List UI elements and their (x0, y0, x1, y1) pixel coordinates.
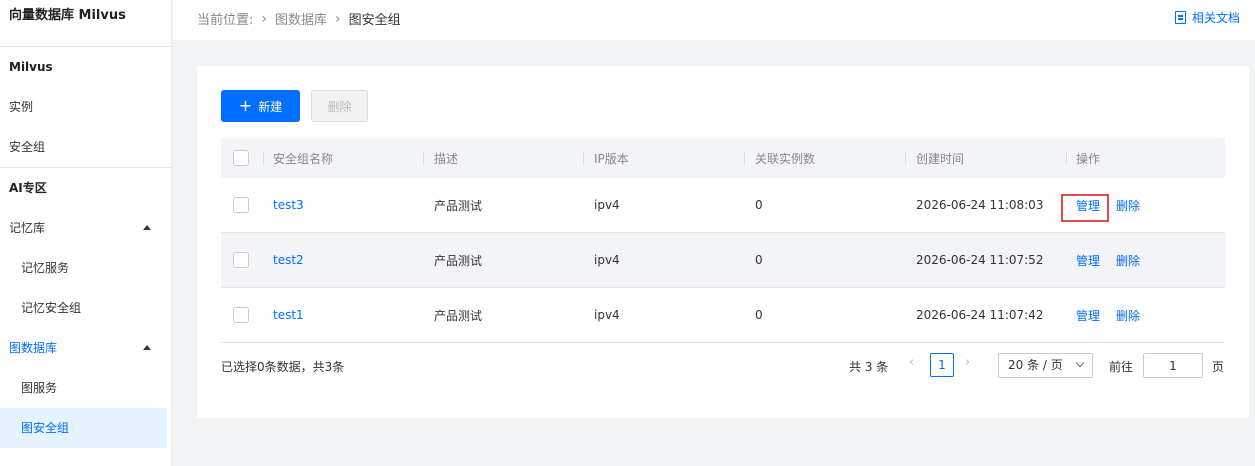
row-created: 2026-06-24 11:08:03 (916, 198, 1044, 212)
section-ai: AI专区 (9, 181, 47, 195)
sidebar-item-graph-service[interactable]: 图服务 (0, 368, 171, 408)
row-name-link[interactable]: test1 (273, 308, 304, 322)
sidebar-item-graph-db[interactable]: 图数据库 (0, 328, 171, 368)
sidebar-item-graph-sg[interactable]: 图安全组 (0, 408, 167, 448)
row-ip: ipv4 (594, 253, 620, 267)
chevron-left-icon[interactable]: ‹ (909, 355, 914, 370)
column-header-name: 安全组名称 (273, 151, 334, 166)
section-milvus: Milvus (9, 60, 53, 74)
goto-page-input[interactable] (1143, 353, 1203, 378)
row-count: 0 (755, 308, 763, 322)
breadcrumb-label: 当前位置: (197, 13, 254, 28)
row-count: 0 (755, 253, 763, 267)
breadcrumb: 当前位置: › 图数据库 › 图安全组 (197, 9, 401, 29)
top-header: 当前位置: › 图数据库 › 图安全组 相关文档 (173, 0, 1255, 40)
page-number-current[interactable]: 1 (930, 353, 954, 377)
manage-link[interactable]: 管理 (1076, 307, 1100, 324)
sidebar-item-memory-service[interactable]: 记忆服务 (0, 248, 171, 288)
sidebar-item-memory-lib[interactable]: 记忆库 (0, 208, 171, 248)
chevron-right-icon: › (261, 10, 267, 27)
manage-link[interactable]: 管理 (1076, 252, 1100, 269)
row-desc: 产品测试 (434, 198, 483, 213)
row-created: 2026-06-24 11:07:52 (916, 253, 1044, 267)
row-delete-link[interactable]: 删除 (1116, 197, 1140, 214)
column-separator (905, 152, 906, 164)
security-group-table: 安全组名称 描述 IP版本 关联实例数 创建时间 操作 test3 产品测试 i… (221, 138, 1225, 343)
plus-icon: + (238, 96, 253, 115)
delete-button[interactable]: 删除 (311, 90, 368, 122)
sidebar-item-label: 记忆库 (9, 221, 46, 235)
sidebar-item-security-group[interactable]: 安全组 (0, 127, 171, 167)
column-header-ip: IP版本 (594, 151, 629, 166)
row-ip: ipv4 (594, 198, 620, 212)
document-icon (1174, 11, 1186, 24)
table-row: test3 产品测试 ipv4 0 2026-06-24 11:08:03 管理… (221, 178, 1225, 233)
table-row: test2 产品测试 ipv4 0 2026-06-24 11:07:52 管理… (221, 233, 1225, 288)
content-card: + 新建 删除 安全组名称 描述 IP版本 关联实例数 创建时间 操作 test… (197, 66, 1249, 418)
column-separator (1066, 152, 1067, 164)
row-desc: 产品测试 (434, 308, 483, 323)
selection-summary: 已选择0条数据，共3条 (221, 360, 345, 374)
page-unit-label: 页 (1212, 360, 1225, 374)
sidebar: 向量数据库 Milvus Milvus 实例 安全组 AI专区 记忆库 记忆服务… (0, 0, 172, 466)
row-name-link[interactable]: test3 (273, 198, 304, 212)
caret-up-icon (143, 225, 151, 230)
row-desc: 产品测试 (434, 253, 483, 268)
breadcrumb-current: 图安全组 (348, 13, 401, 28)
row-checkbox[interactable] (233, 197, 249, 213)
column-separator (744, 152, 745, 164)
caret-up-icon (143, 345, 151, 350)
chevron-down-icon (1075, 358, 1085, 368)
sidebar-item-memory-sg[interactable]: 记忆安全组 (0, 288, 171, 328)
row-delete-link[interactable]: 删除 (1116, 307, 1140, 324)
row-checkbox[interactable] (233, 252, 249, 268)
column-separator (423, 152, 424, 164)
row-name-link[interactable]: test2 (273, 253, 304, 267)
row-ip: ipv4 (594, 308, 620, 322)
brand-title: 向量数据库 Milvus (0, 0, 171, 47)
column-header-actions: 操作 (1076, 151, 1101, 166)
related-docs-label: 相关文档 (1191, 11, 1240, 25)
column-header-count: 关联实例数 (755, 151, 816, 166)
breadcrumb-graph-db[interactable]: 图数据库 (275, 9, 327, 28)
sidebar-item-instances[interactable]: 实例 (0, 87, 171, 127)
page-size-select[interactable]: 20 条 / 页 (998, 353, 1093, 378)
row-checkbox[interactable] (233, 307, 249, 323)
table-row: test1 产品测试 ipv4 0 2026-06-24 11:07:42 管理… (221, 288, 1225, 343)
new-button-label: 新建 (258, 99, 283, 114)
manage-link[interactable]: 管理 (1076, 197, 1100, 214)
row-created: 2026-06-24 11:07:42 (916, 308, 1044, 322)
row-delete-link[interactable]: 删除 (1116, 252, 1140, 269)
column-separator (263, 152, 264, 164)
related-docs-link[interactable]: 相关文档 (1174, 9, 1240, 26)
total-count: 共 3 条 (849, 360, 889, 374)
goto-label: 前往 (1109, 360, 1134, 374)
new-button[interactable]: + 新建 (221, 90, 300, 122)
sidebar-item-label: 图数据库 (9, 341, 58, 355)
table-header: 安全组名称 描述 IP版本 关联实例数 创建时间 操作 (221, 138, 1225, 178)
column-separator (583, 152, 584, 164)
select-all-checkbox[interactable] (233, 150, 249, 166)
chevron-right-icon: › (335, 10, 341, 27)
column-header-created: 创建时间 (916, 151, 965, 166)
chevron-right-icon[interactable]: › (965, 355, 970, 370)
column-header-desc: 描述 (434, 151, 459, 166)
row-count: 0 (755, 198, 763, 212)
page-size-value: 20 条 / 页 (1008, 358, 1063, 372)
